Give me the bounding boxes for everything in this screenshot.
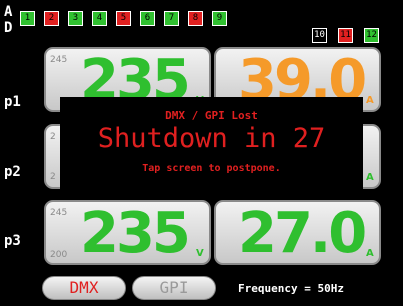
p1-voltage-scale-top: 245 bbox=[50, 55, 68, 65]
channel-2[interactable]: 2 bbox=[44, 11, 59, 26]
p3-current-panel[interactable]: 27.0 A bbox=[214, 200, 381, 265]
channel-10[interactable]: 10 bbox=[312, 28, 327, 43]
channel-1[interactable]: 1 bbox=[20, 11, 35, 26]
channel-7[interactable]: 7 bbox=[164, 11, 179, 26]
p2-current-unit: A bbox=[366, 172, 374, 183]
p3-voltage-scale-bottom: 200 bbox=[50, 250, 68, 260]
p1-current-unit: A bbox=[366, 95, 374, 106]
phase-label-p3: p3 bbox=[4, 233, 21, 249]
frequency-readout: Frequency = 50Hz bbox=[238, 282, 344, 295]
channel-8[interactable]: 8 bbox=[188, 11, 203, 26]
alert-hint: Tap screen to postpone. bbox=[142, 163, 281, 174]
channel-11[interactable]: 11 bbox=[338, 28, 353, 43]
p3-voltage-panel[interactable]: 245 200 235 V bbox=[44, 200, 211, 265]
p2-voltage-scale-bottom: 2 bbox=[50, 172, 56, 182]
digital-indicator: D bbox=[4, 20, 13, 36]
phase-label-p1: p1 bbox=[4, 94, 21, 110]
p3-current-unit: A bbox=[366, 248, 374, 259]
analog-indicator: A bbox=[4, 4, 13, 20]
dmx-button[interactable]: DMX bbox=[42, 276, 126, 300]
shutdown-alert-overlay[interactable]: DMX / GPI Lost Shutdown in 27 Tap screen… bbox=[60, 97, 363, 189]
alert-title: DMX / GPI Lost bbox=[165, 109, 258, 122]
p3-voltage-unit: V bbox=[196, 248, 204, 259]
phase-label-p2: p2 bbox=[4, 164, 21, 180]
p3-voltage-value: 235 bbox=[80, 201, 191, 265]
channel-12[interactable]: 12 bbox=[364, 28, 379, 43]
p2-voltage-scale-top: 2 bbox=[50, 132, 56, 142]
channel-9[interactable]: 9 bbox=[212, 11, 227, 26]
channel-5[interactable]: 5 bbox=[116, 11, 131, 26]
p3-current-value: 27.0 bbox=[238, 201, 367, 265]
channel-4[interactable]: 4 bbox=[92, 11, 107, 26]
alert-countdown-message: Shutdown in 27 bbox=[97, 123, 326, 154]
p3-voltage-scale-top: 245 bbox=[50, 208, 68, 218]
channel-3[interactable]: 3 bbox=[68, 11, 83, 26]
channel-6[interactable]: 6 bbox=[140, 11, 155, 26]
gpi-button[interactable]: GPI bbox=[132, 276, 216, 300]
